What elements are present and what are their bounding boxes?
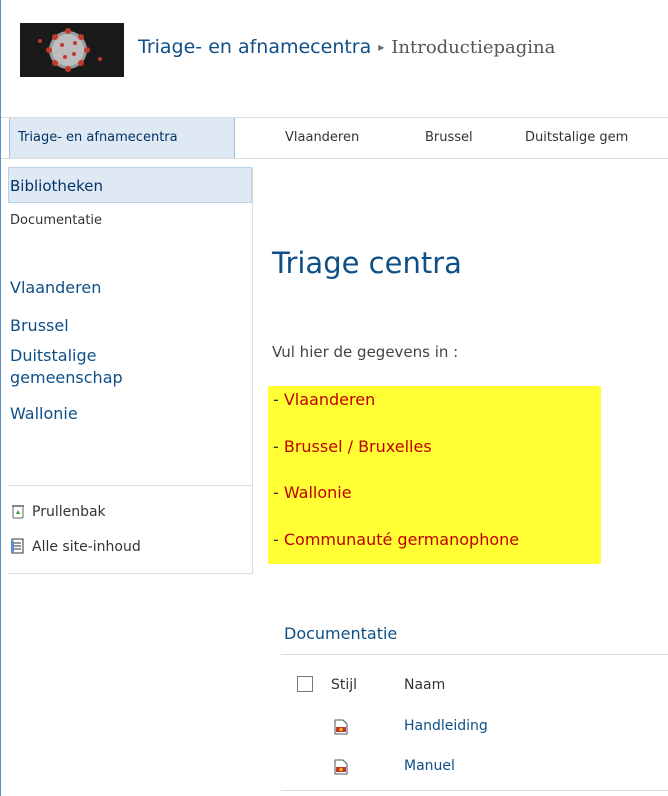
region-item[interactable]: - Wallonie <box>273 483 352 502</box>
recycle-bin-label: Prullenbak <box>32 504 106 520</box>
all-site-content-link[interactable]: Alle site-inhoud <box>10 536 141 558</box>
library-bottom-divider <box>281 790 668 791</box>
document-link-manuel[interactable]: Manuel <box>404 758 455 774</box>
column-header-type[interactable]: Stijl <box>331 677 357 693</box>
region-label-wallonie[interactable]: Wallonie <box>284 483 352 502</box>
breadcrumb-site-link[interactable]: Triage- en afnamecentra <box>138 36 371 58</box>
recycle-bin-icon <box>10 503 26 519</box>
select-all-checkbox[interactable] <box>297 676 313 692</box>
library-title-link[interactable]: Documentatie <box>284 624 397 643</box>
regions-highlight-box: - Vlaanderen - Brussel / Bruxelles - Wal… <box>268 386 601 564</box>
region-label-brussel[interactable]: Brussel / Bruxelles <box>284 437 432 456</box>
region-item[interactable]: - Brussel / Bruxelles <box>273 437 432 456</box>
site-logo[interactable] <box>20 23 124 77</box>
tab-duitstalige-gemeenschap[interactable]: Duitstalige gem <box>525 118 628 158</box>
all-site-content-label: Alle site-inhoud <box>32 539 141 555</box>
region-label-vlaanderen[interactable]: Vlaanderen <box>284 390 375 409</box>
site-content-icon <box>10 538 26 554</box>
tab-vlaanderen[interactable]: Vlaanderen <box>285 118 359 158</box>
quick-launch-divider <box>8 485 252 486</box>
column-header-name[interactable]: Naam <box>404 677 445 693</box>
site-header: Triage- en afnamecentra ▸ Introductiepagin… <box>1 0 668 112</box>
region-prefix: - <box>273 390 284 409</box>
breadcrumb-page-title: Introductiepagina <box>391 37 556 58</box>
region-prefix: - <box>273 437 284 456</box>
region-prefix: - <box>273 483 284 502</box>
intro-text: Vul hier de gegevens in : <box>272 343 459 361</box>
breadcrumb: Triage- en afnamecentra ▸ Introductiepagin… <box>138 36 555 58</box>
region-item[interactable]: - Communauté germanophone <box>273 530 519 549</box>
region-prefix: - <box>273 530 284 549</box>
pdf-document-icon[interactable] <box>333 719 349 735</box>
tab-triage-en-afnamecentra[interactable]: Triage- en afnamecentra <box>9 118 235 158</box>
quick-launch: Bibliotheken Documentatie Vlaanderen Bru… <box>8 167 253 574</box>
tab-brussel[interactable]: Brussel <box>425 118 473 158</box>
recycle-bin-link[interactable]: Prullenbak <box>10 501 106 523</box>
pdf-document-icon[interactable] <box>333 759 349 775</box>
top-navigation-bar: Triage- en afnamecentra Vlaanderen Bruss… <box>1 117 668 159</box>
breadcrumb-separator-icon: ▸ <box>378 40 385 54</box>
document-link-handleiding[interactable]: Handleiding <box>404 718 488 734</box>
region-item[interactable]: - Vlaanderen <box>273 390 375 409</box>
page-title: Triage centra <box>272 246 462 280</box>
region-label-communaute-germanophone[interactable]: Communauté germanophone <box>284 530 519 549</box>
library-title-divider <box>281 654 668 655</box>
